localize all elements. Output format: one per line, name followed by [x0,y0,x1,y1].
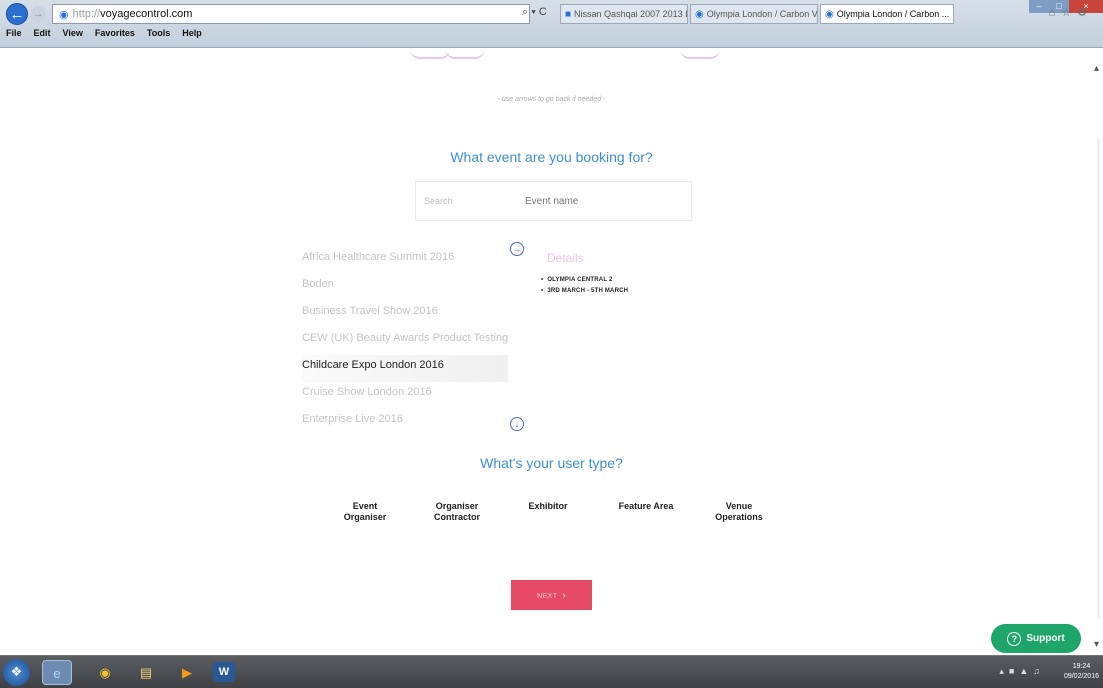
address-bar[interactable]: ◉ http:// voyagecontrol.com [52,4,530,24]
decorative-curve [410,49,450,59]
user-type-venue-operations[interactable]: Venue Operations [704,501,774,523]
user-type-heading: What's your user type? [480,455,623,471]
details-location: OLYMPIA CENTRAL 2 [541,277,628,283]
event-list-item[interactable]: Cruise Show London 2016 [302,382,512,409]
menu-edit[interactable]: Edit [34,28,51,38]
details-title: Details [547,251,584,265]
page-content: - use arrows to go back if needed - ▴ ▾ … [0,49,1103,655]
event-list-item[interactable]: CEW (UK) Beauty Awards Product Testing [302,328,512,355]
tab-olympia-1[interactable]: ◉ Olympia London / Carbon Voy... [690,4,818,24]
folder-icon[interactable]: ▤ [131,660,161,685]
clock-date: 09/02/2016 [1063,673,1099,680]
chrome-icon[interactable]: ◉ [90,660,120,685]
user-type-line: Feature Area [618,501,674,511]
menu-view[interactable]: View [63,28,83,38]
user-type-options: Event Organiser Organiser Contractor Exh… [330,501,790,535]
back-arrow-icon[interactable]: ← [6,3,28,25]
tab-label: Nissan Qashqai 2007 2013 Inter... [574,9,688,19]
system-tray-icons[interactable]: ▴■▲♫ [999,666,1045,677]
media-player-icon[interactable]: ▶ [172,660,202,685]
tab-favicon-icon: ■ [565,8,572,20]
user-type-line: Contractor [433,512,480,522]
user-type-line: Operations [715,512,763,522]
support-button[interactable]: ? Support [991,624,1081,653]
url-prefix: http:// [72,8,101,20]
next-label: NEXT [537,593,558,600]
scroll-up-icon[interactable]: ▴ [1094,63,1099,74]
support-label: Support [1026,633,1065,644]
tab-label: Olympia London / Carbon ... [836,9,950,19]
event-heading: What event are you booking for? [450,149,653,165]
next-button[interactable]: NEXT › [511,580,592,610]
browser-toolbar-icons[interactable]: ⌂☆⚙ [1049,6,1093,19]
menu-file[interactable]: File [6,28,22,38]
windows-start-icon[interactable]: ❖ [3,659,30,686]
navigation-hint: - use arrows to go back if needed - [497,96,606,103]
event-list-item[interactable]: Boden [302,274,512,301]
user-type-line: Organiser [343,512,387,522]
word-icon[interactable]: W [213,662,235,682]
url-host: voyagecontrol.com [100,8,193,20]
system-clock[interactable]: 19:24 09/02/2016 [1064,662,1099,682]
tab-favicon-icon: ◉ [695,8,704,20]
details-dates: 3RD MARCH - 5TH MARCH [541,288,628,294]
circle-arrow-down-icon[interactable]: ↓ [510,417,524,431]
ie-page-icon: ◉ [59,8,69,21]
event-list-item[interactable]: Africa Healthcare Summit 2016 [302,247,512,274]
chevron-right-icon: › [562,590,566,600]
user-type-line: Event [352,501,378,511]
event-list: Africa Healthcare Summit 2016 Boden Busine… [302,247,512,436]
decorative-curve [680,49,720,59]
tab-close-icon[interactable]: × [949,9,953,19]
scrollbar[interactable] [1097,139,1100,619]
browser-chrome: ← → ◉ http:// voyagecontrol.com ⌕ ▾ C ■ … [0,0,1103,48]
decorative-curve [445,49,485,59]
address-tools-icon[interactable]: ⌕ ▾ C [522,6,547,19]
internet-explorer-icon[interactable]: e [42,660,72,685]
event-list-item[interactable]: Childcare Expo London 2016 [302,355,508,382]
windows-taskbar: ❖ e ◉ ▤ ▶ W ▴■▲♫ 19:24 09/02/2016 [0,655,1103,688]
event-search-input[interactable] [525,195,675,207]
event-list-item[interactable]: Enterprise Live 2016 [302,409,512,436]
user-type-exhibitor[interactable]: Exhibitor [513,501,583,512]
menu-help[interactable]: Help [182,28,202,38]
event-search-box: Search [415,181,692,221]
user-type-feature-area[interactable]: Feature Area [608,501,684,512]
user-type-line: Exhibitor [528,501,568,511]
search-label: Search [424,196,453,206]
tab-olympia-active[interactable]: ◉ Olympia London / Carbon ... × [820,4,954,24]
tab-favicon-icon: ◉ [825,8,834,20]
user-type-organiser-contractor[interactable]: Organiser Contractor [422,501,492,523]
help-circle-icon: ? [1007,631,1022,646]
minimize-icon[interactable]: – [1029,0,1049,13]
forward-arrow-icon[interactable]: → [30,6,46,22]
menu-tools[interactable]: Tools [147,28,170,38]
user-type-line: Organiser [435,501,479,511]
menu-favorites[interactable]: Favorites [95,28,135,38]
details-list: OLYMPIA CENTRAL 2 3RD MARCH - 5TH MARCH [541,277,628,299]
scroll-down-icon[interactable]: ▾ [1094,639,1099,650]
user-type-event-organiser[interactable]: Event Organiser [330,501,400,523]
user-type-line: Venue [725,501,753,511]
tab-label: Olympia London / Carbon Voy... [706,9,818,19]
tab-nissan[interactable]: ■ Nissan Qashqai 2007 2013 Inter... [560,4,688,24]
clock-time: 19:24 [1072,663,1091,670]
event-list-item[interactable]: Business Travel Show 2016 [302,301,512,328]
menu-bar: File Edit View Favorites Tools Help [6,28,202,38]
circle-arrow-up-icon[interactable]: → [510,242,524,256]
